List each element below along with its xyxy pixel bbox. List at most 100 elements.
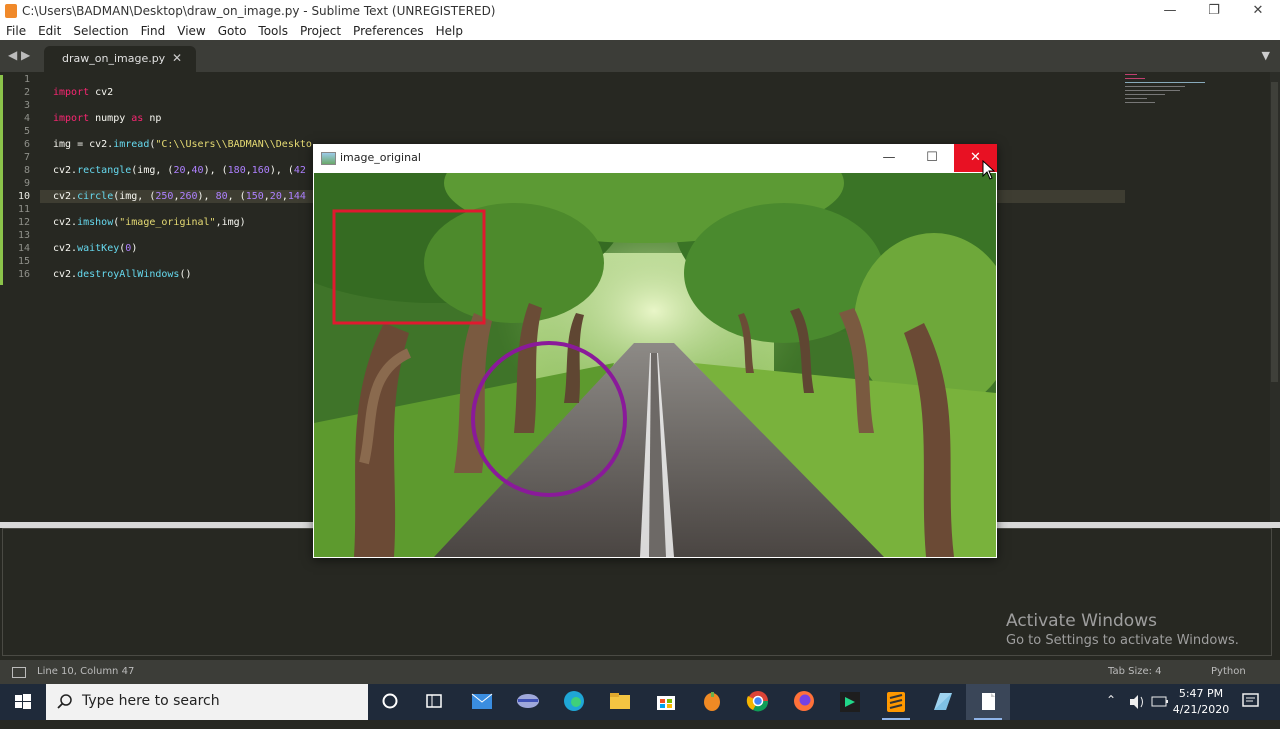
store-button[interactable]	[644, 684, 688, 720]
image-window-icon	[321, 152, 336, 165]
edge-browser-button[interactable]	[552, 684, 596, 720]
watermark-subtitle: Go to Settings to activate Windows.	[1006, 633, 1239, 648]
tab-nav-arrows-icon[interactable]: ◀ ▶	[8, 48, 30, 62]
fruit-app-icon	[704, 692, 720, 711]
tray-overflow-icon[interactable]: ⌃	[1106, 693, 1116, 729]
clock-date: 4/21/2020	[1172, 703, 1230, 716]
menu-help[interactable]: Help	[430, 22, 469, 39]
menu-find[interactable]: Find	[135, 22, 172, 39]
sublime-taskbar-button[interactable]	[874, 684, 918, 720]
tray-icons	[1126, 684, 1172, 720]
menu-preferences[interactable]: Preferences	[347, 22, 430, 39]
menu-view[interactable]: View	[171, 22, 211, 39]
code-line-16: cv2.destroyAllWindows()	[53, 269, 192, 280]
cv-minimize-button[interactable]: —	[869, 145, 909, 171]
line-number: 6	[23, 139, 30, 150]
line-number: 8	[23, 165, 30, 176]
search-placeholder: Type here to search	[82, 693, 220, 709]
minimize-button[interactable]: —	[1148, 0, 1192, 22]
status-bar: Line 10, Column 47 Tab Size: 4 Python	[0, 660, 1280, 684]
minimap[interactable]	[1125, 72, 1270, 132]
store-bag-icon	[657, 696, 675, 710]
cv-window-title: image_original	[340, 151, 421, 164]
line-number: 14	[17, 243, 30, 254]
line-number: 2	[23, 87, 30, 98]
taskbar-clock[interactable]: 5:47 PM 4/21/2020	[1170, 686, 1232, 718]
pycharm-button[interactable]	[828, 684, 872, 720]
windows-taskbar: Type here to search ⌃ 5:47 PM 4/21/2020	[0, 684, 1280, 720]
search-icon	[57, 694, 72, 709]
fl-studio-button[interactable]	[690, 684, 734, 720]
panel-toggle-icon[interactable]	[12, 667, 26, 678]
close-button[interactable]: ✕	[1236, 0, 1280, 22]
code-line-14: cv2.waitKey(0)	[53, 243, 138, 254]
notification-center-button[interactable]	[1240, 684, 1264, 720]
road-with-trees-image	[314, 173, 996, 557]
scrollbar-thumb[interactable]	[1271, 82, 1278, 382]
line-number: 13	[17, 230, 30, 241]
code-line-2: import cv2	[53, 87, 114, 98]
task-view-button[interactable]	[368, 684, 412, 720]
code-app-icon	[840, 692, 860, 712]
line-number: 11	[17, 204, 30, 215]
volume-battery-icons[interactable]	[1126, 684, 1172, 720]
cortana-circle-icon	[382, 693, 398, 709]
syntax-selector[interactable]: Python	[1211, 666, 1246, 677]
tab-close-icon[interactable]: ✕	[172, 51, 182, 65]
notepad-button[interactable]	[920, 684, 964, 720]
line-number: 4	[23, 113, 30, 124]
blank-document-icon	[982, 693, 995, 710]
code-line-12: cv2.imshow("image_original",img)	[53, 217, 246, 228]
mail-icon	[471, 693, 493, 709]
code-line-4: import numpy as np	[53, 113, 162, 124]
line-number: 15	[17, 256, 30, 267]
chrome-button[interactable]	[736, 684, 780, 720]
activate-windows-watermark: Activate Windows Go to Settings to activ…	[1006, 611, 1239, 648]
mail-app-button[interactable]	[460, 684, 504, 720]
cv-maximize-button[interactable]: ☐	[912, 145, 952, 171]
edge-icon	[564, 691, 584, 711]
firefox-button[interactable]	[782, 684, 826, 720]
app-button[interactable]	[506, 684, 550, 720]
menu-tools[interactable]: Tools	[252, 22, 294, 39]
restore-button[interactable]: ❐	[1192, 0, 1236, 22]
code-line-8: cv2.rectangle(img, (20,40), (180,160), (…	[53, 165, 306, 176]
taskbar-search-box[interactable]: Type here to search	[46, 684, 368, 720]
windows-logo-icon	[15, 694, 31, 709]
sublime-text-taskbar-icon	[887, 692, 905, 712]
taskview-button[interactable]	[412, 684, 456, 720]
line-number: 9	[23, 178, 30, 189]
cursor-position: Line 10, Column 47	[37, 666, 135, 677]
python-window-button[interactable]	[966, 684, 1010, 720]
menu-file[interactable]: File	[0, 22, 32, 39]
menu-goto[interactable]: Goto	[212, 22, 253, 39]
tab-dropdown-icon[interactable]: ▼	[1262, 49, 1270, 62]
tab-label: draw_on_image.py	[62, 52, 166, 65]
menu-selection[interactable]: Selection	[67, 22, 134, 39]
line-number-current: 10	[17, 191, 30, 202]
tab-size-selector[interactable]: Tab Size: 4	[1108, 666, 1162, 677]
code-line-10: cv2.circle(img, (250,260), 80, (150,20,1…	[53, 191, 306, 202]
notification-icon	[1242, 693, 1259, 707]
notepad-icon	[934, 693, 952, 710]
menu-project[interactable]: Project	[294, 22, 347, 39]
line-number: 3	[23, 100, 30, 111]
line-number: 1	[23, 74, 30, 85]
menu-edit[interactable]: Edit	[32, 22, 67, 39]
vertical-scrollbar[interactable]	[1270, 72, 1280, 522]
task-view-icon	[426, 694, 442, 708]
line-number: 7	[23, 152, 30, 163]
menu-bar: File Edit Selection Find View Goto Tools Projec…	[0, 22, 1280, 40]
start-button[interactable]	[0, 684, 46, 720]
code-line-6: img = cv2.imread("C:\\Users\\BADMAN\\Des…	[53, 139, 312, 150]
tab-draw-on-image[interactable]: draw_on_image.py ✕	[44, 46, 196, 72]
tab-bar: ◀ ▶ draw_on_image.py ✕ ▼	[0, 40, 1280, 72]
watermark-title: Activate Windows	[1006, 611, 1157, 631]
window-title: C:\Users\BADMAN\Desktop\draw_on_image.py…	[22, 4, 496, 18]
cv-window-titlebar[interactable]: image_original — ☐ ✕	[313, 144, 997, 173]
window-titlebar: C:\Users\BADMAN\Desktop\draw_on_image.py…	[0, 0, 1280, 22]
firefox-icon	[794, 691, 814, 711]
file-explorer-button[interactable]	[598, 684, 642, 720]
opencv-image-window: image_original — ☐ ✕	[313, 144, 997, 558]
mouse-cursor-icon	[982, 160, 996, 180]
